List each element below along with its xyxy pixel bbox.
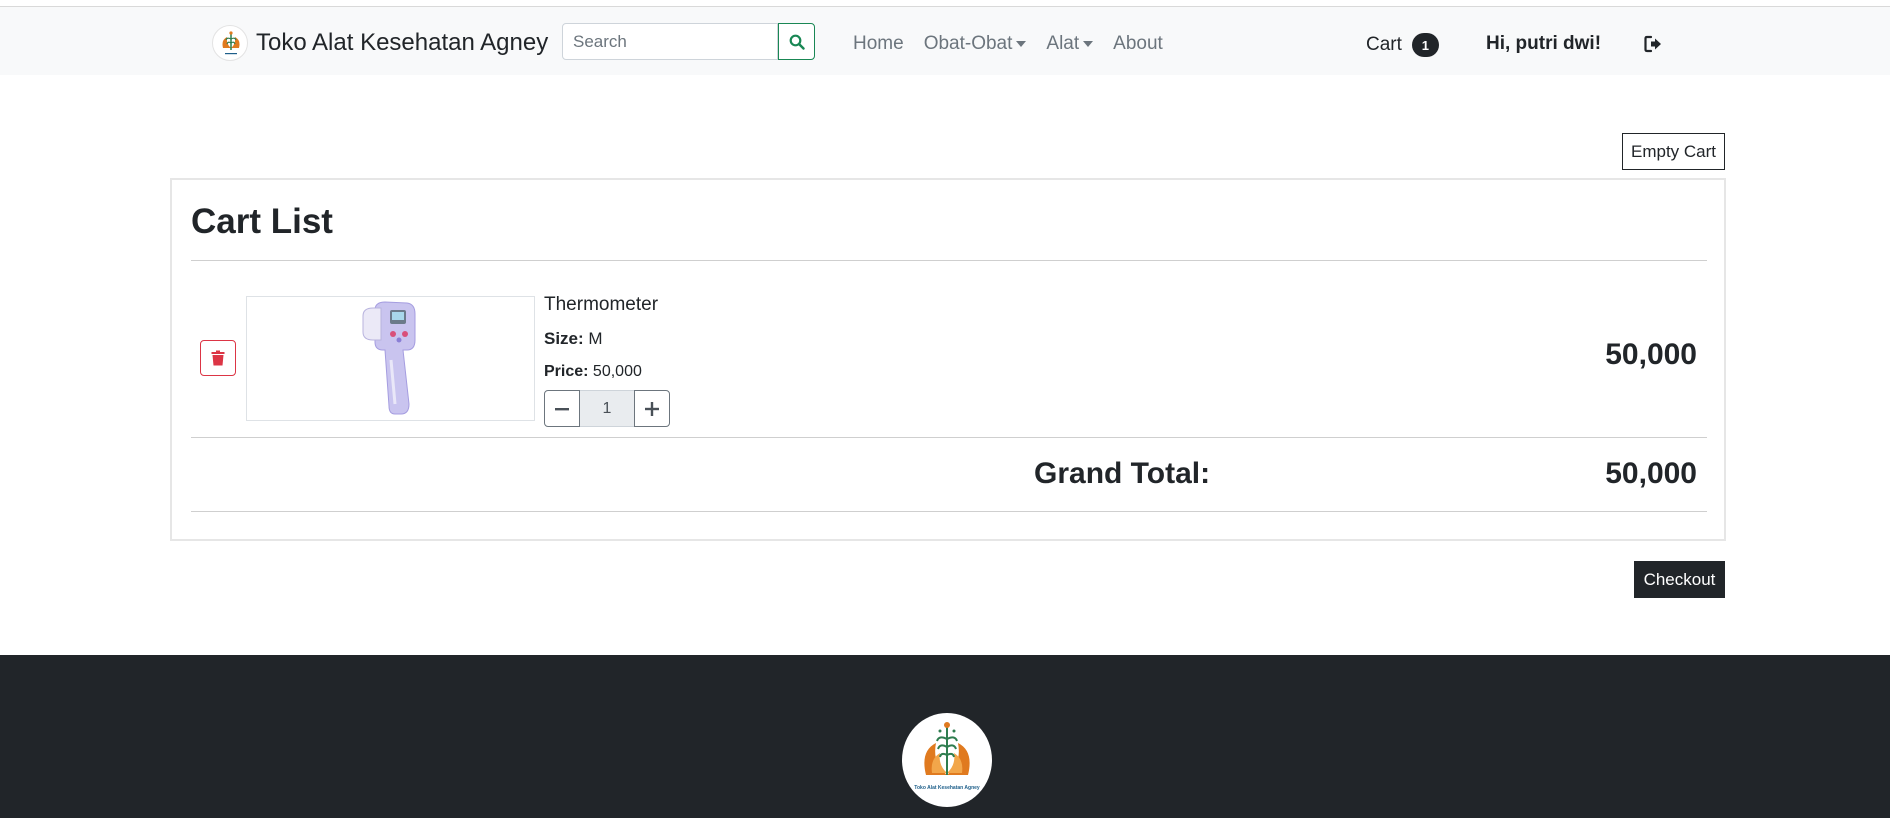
item-size-label: Size: bbox=[544, 329, 584, 348]
nav-dropdown-obat-label: Obat-Obat bbox=[923, 33, 1013, 54]
plus-icon bbox=[645, 401, 659, 416]
nav-dropdown-alat[interactable]: Alat bbox=[1046, 33, 1094, 55]
brand[interactable]: Toko Alat Kesehatan Agney bbox=[212, 25, 548, 61]
navbar: Toko Alat Kesehatan Agney Home Obat-Obat… bbox=[0, 7, 1890, 75]
grand-total-label: Grand Total: bbox=[1034, 457, 1211, 490]
item-total: 50,000 bbox=[1605, 338, 1697, 371]
increase-quantity-button[interactable] bbox=[634, 390, 670, 427]
thermometer-image bbox=[362, 300, 415, 414]
item-name: Thermometer bbox=[544, 294, 659, 315]
footer: Toko Alat Kesehatan Agney bbox=[0, 655, 1890, 818]
divider bbox=[191, 511, 1707, 512]
cart-title: Cart List bbox=[191, 202, 333, 241]
product-image bbox=[246, 296, 535, 421]
divider bbox=[191, 437, 1707, 438]
item-size: Size: M bbox=[544, 329, 603, 349]
brand-name: Toko Alat Kesehatan Agney bbox=[256, 29, 549, 56]
item-size-value: M bbox=[588, 329, 603, 348]
minus-icon bbox=[555, 407, 569, 410]
nav-dropdown-obat[interactable]: Obat-Obat bbox=[924, 33, 1027, 55]
search-button[interactable] bbox=[778, 23, 815, 60]
caret-down-icon bbox=[1083, 41, 1094, 47]
search-input[interactable] bbox=[562, 23, 778, 60]
decrease-quantity-button[interactable] bbox=[544, 390, 580, 427]
nav-link-home-label: Home bbox=[853, 33, 904, 54]
nav-link-home[interactable]: Home bbox=[853, 33, 904, 55]
logout-icon bbox=[1644, 35, 1661, 53]
caret-down-icon bbox=[1016, 41, 1027, 47]
footer-logo-emblem bbox=[924, 722, 970, 775]
footer-logo: Toko Alat Kesehatan Agney bbox=[902, 713, 992, 807]
search-form bbox=[562, 23, 815, 60]
nav-link-about-label: About bbox=[1113, 33, 1163, 54]
quantity-stepper: 1 bbox=[544, 390, 670, 427]
grand-total-value: 50,000 bbox=[1605, 457, 1697, 490]
checkout-button[interactable]: Checkout bbox=[1634, 561, 1725, 598]
cart-count-badge: 1 bbox=[1411, 33, 1439, 57]
trash-icon bbox=[211, 350, 225, 366]
footer-logo-text: Toko Alat Kesehatan Agney bbox=[914, 785, 980, 791]
item-price-label: Price: bbox=[544, 363, 589, 380]
brand-logo bbox=[212, 25, 248, 61]
item-price: Price: 50,000 bbox=[544, 363, 642, 381]
search-icon bbox=[789, 34, 805, 50]
empty-cart-button[interactable]: Empty Cart bbox=[1622, 133, 1725, 170]
item-price-value: 50,000 bbox=[592, 363, 642, 380]
nav-dropdown-alat-label: Alat bbox=[1046, 33, 1080, 54]
divider bbox=[191, 260, 1707, 261]
cart-link[interactable]: Cart 1 bbox=[1366, 33, 1439, 57]
quantity-input[interactable]: 1 bbox=[580, 390, 634, 427]
cart-label: Cart bbox=[1366, 34, 1402, 55]
nav-link-about[interactable]: About bbox=[1113, 33, 1163, 55]
remove-item-button[interactable] bbox=[200, 340, 236, 376]
logout-button[interactable] bbox=[1643, 34, 1663, 54]
user-greeting: Hi, putri dwi! bbox=[1486, 33, 1602, 54]
cart-card: Cart List Thermometer Size: M Price: 50,… bbox=[170, 178, 1726, 541]
nav-links: Home Obat-Obat Alat About bbox=[853, 33, 1183, 55]
